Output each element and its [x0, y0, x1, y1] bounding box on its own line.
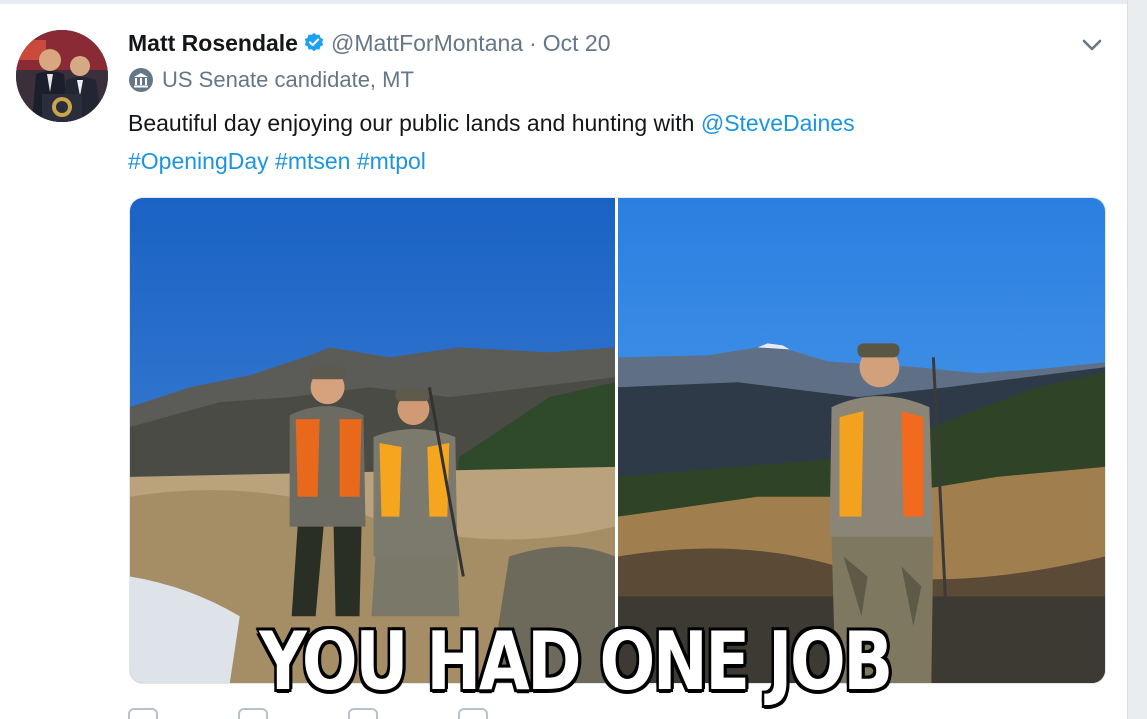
author-handle[interactable]: @MattForMontana: [331, 30, 523, 57]
message-icon[interactable]: [458, 708, 488, 719]
tweet-text: Beautiful day enjoying our public lands …: [128, 104, 1088, 180]
tweet-text-body: Beautiful day enjoying our public lands …: [128, 110, 701, 136]
hashtag-link[interactable]: #mtsen: [275, 148, 350, 174]
reply-icon[interactable]: [128, 708, 158, 719]
photo-two-hunters[interactable]: [130, 198, 615, 683]
avatar-photo: [16, 30, 108, 122]
chevron-down-icon[interactable]: [1079, 34, 1105, 56]
tweet-media: [129, 197, 1106, 684]
author-name[interactable]: Matt Rosendale: [128, 30, 298, 57]
tweet-header: Matt Rosendale @MattForMontana · Oct 20: [128, 28, 611, 58]
avatar[interactable]: [16, 30, 108, 122]
retweet-icon[interactable]: [238, 708, 268, 719]
timeline-divider: [0, 0, 1130, 4]
account-label: US Senate candidate, MT: [128, 66, 414, 94]
hashtag-link[interactable]: #mtpol: [357, 148, 426, 174]
meme-caption: YOU HAD ONE JOB: [258, 613, 895, 710]
photo-single-hunter[interactable]: [618, 198, 1105, 683]
hashtag-link[interactable]: #OpeningDay: [128, 148, 269, 174]
government-building-icon: [128, 67, 154, 93]
like-icon[interactable]: [348, 708, 378, 719]
verified-badge-icon: [303, 32, 325, 54]
scrollbar[interactable]: [1127, 0, 1147, 719]
separator-dot: ·: [529, 29, 537, 56]
account-label-text: US Senate candidate, MT: [162, 67, 414, 92]
tweet-actions: [128, 708, 488, 719]
mention-link[interactable]: @SteveDaines: [701, 110, 855, 136]
tweet-date[interactable]: Oct 20: [543, 30, 611, 57]
